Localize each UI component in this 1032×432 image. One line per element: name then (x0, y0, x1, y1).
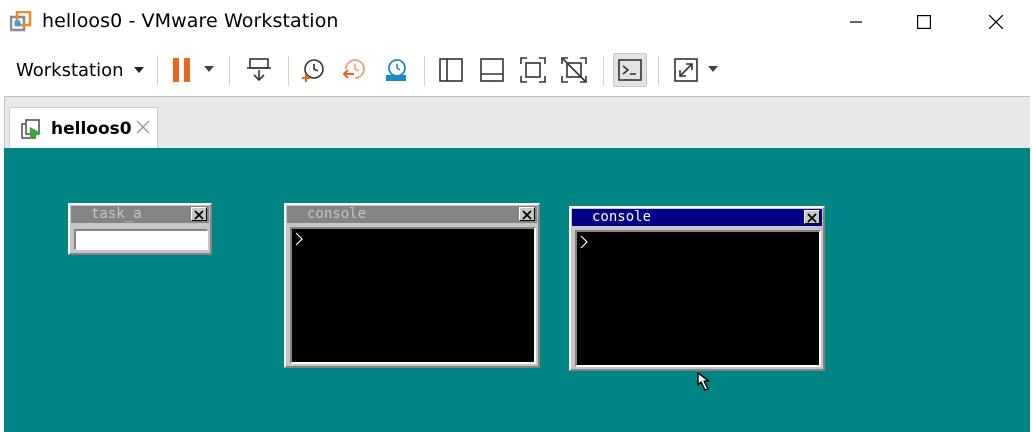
send-ctrl-alt-del-button[interactable] (243, 54, 275, 86)
stretch-guest-icon (674, 58, 698, 82)
chevron-down-icon (133, 67, 144, 73)
workstation-menu-label: Workstation (16, 59, 124, 81)
guest-close-button[interactable] (519, 207, 535, 221)
toolbar-separator (658, 56, 659, 86)
show-thumbnail-bar-icon (480, 58, 504, 82)
take-snapshot-icon (302, 59, 324, 82)
close-icon (522, 210, 532, 220)
show-thumbnail-bar-button[interactable] (476, 54, 508, 86)
guest-window-title-text: console (592, 209, 652, 225)
vm-tab-strip: helloos0 (4, 96, 1030, 149)
close-icon (807, 213, 817, 223)
tab-label: helloos0 (51, 119, 132, 139)
toolbar: Workstation (0, 44, 1032, 96)
full-screen-button[interactable] (517, 54, 549, 86)
guest-window-title: console (572, 209, 822, 226)
unity-icon (561, 57, 587, 83)
title-bar: helloos0 - VMware Workstation (0, 0, 1032, 44)
pause-icon (173, 58, 190, 82)
show-library-icon (439, 58, 463, 82)
console-area[interactable] (290, 227, 536, 364)
snapshot-manager-button[interactable] (380, 54, 412, 86)
guest-close-button[interactable] (191, 207, 207, 221)
guest-window-title: console (287, 206, 537, 223)
revert-snapshot-icon (342, 59, 365, 79)
stretch-options-dropdown[interactable] (708, 66, 718, 72)
toolbar-separator (603, 56, 604, 86)
toolbar-separator (424, 56, 425, 86)
task-a-text-box[interactable] (74, 229, 208, 250)
guest-window-title-text: task_a (91, 206, 142, 222)
send-ctrl-alt-del-icon (247, 58, 271, 82)
workstation-menu[interactable]: Workstation (10, 54, 150, 86)
close-button[interactable] (973, 0, 1019, 44)
prompt-icon (580, 235, 588, 249)
maximize-button[interactable] (901, 0, 947, 44)
toolbar-separator (288, 56, 289, 86)
guest-window-title-text: console (307, 206, 367, 222)
guest-window-console-1[interactable]: console (284, 203, 540, 368)
vm-running-icon (21, 119, 41, 139)
guest-window-console-2[interactable]: console (569, 206, 825, 371)
revert-snapshot-button[interactable] (338, 54, 370, 86)
pause-button[interactable] (166, 54, 198, 86)
full-screen-icon (520, 57, 546, 83)
console-area[interactable] (575, 230, 821, 367)
close-icon (194, 210, 204, 220)
snapshot-manager-icon (386, 59, 406, 81)
tab-helloos0[interactable]: helloos0 (9, 107, 158, 149)
close-tab-icon[interactable] (134, 118, 152, 136)
prompt-icon (295, 232, 303, 246)
take-snapshot-button[interactable] (297, 54, 329, 86)
minimize-button[interactable] (833, 0, 879, 44)
guest-window-title: task_a (71, 206, 209, 223)
power-options-dropdown[interactable] (204, 66, 214, 72)
show-library-button[interactable] (435, 54, 467, 86)
guest-close-button[interactable] (804, 210, 820, 224)
toolbar-separator (157, 56, 158, 86)
guest-window-task-a[interactable]: task_a (68, 203, 212, 255)
console-view-icon (618, 59, 642, 81)
stretch-guest-button[interactable] (670, 54, 702, 86)
mouse-cursor-icon (697, 372, 710, 391)
minimize-icon (850, 21, 862, 23)
window-title: helloos0 - VMware Workstation (42, 10, 339, 32)
maximize-icon (917, 15, 931, 29)
unity-button[interactable] (558, 54, 590, 86)
vmware-logo-icon (10, 11, 32, 32)
toolbar-separator (229, 56, 230, 86)
console-view-button[interactable] (613, 53, 647, 87)
close-icon (989, 15, 1003, 29)
